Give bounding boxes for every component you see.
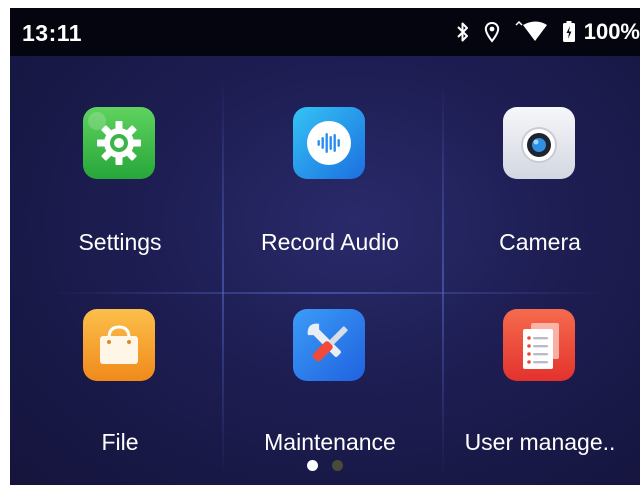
- battery-icon: [562, 21, 576, 43]
- app-record-audio[interactable]: Record Audio: [225, 94, 435, 284]
- status-icons: 100%: [456, 18, 640, 46]
- wifi-icon: [514, 21, 548, 43]
- page-dot-active[interactable]: [307, 460, 318, 471]
- battery-percent: 100%: [583, 19, 640, 44]
- status-time: 13:11: [22, 20, 83, 46]
- document-list-icon: [503, 309, 575, 381]
- tools-icon: [293, 309, 365, 381]
- home-screen: 13:11 100% Settings Record Audio Camera …: [10, 8, 640, 485]
- bluetooth-icon: [456, 21, 470, 43]
- status-bar: 13:11 100%: [10, 8, 640, 56]
- app-camera[interactable]: Camera: [435, 94, 640, 284]
- location-icon: [484, 21, 500, 43]
- app-settings[interactable]: Settings: [15, 94, 225, 284]
- app-label: Settings: [78, 229, 162, 255]
- camera-icon: [503, 107, 575, 179]
- audio-wave-icon: [293, 107, 365, 179]
- app-maintenance[interactable]: Maintenance: [225, 294, 435, 484]
- app-label: Record Audio: [260, 229, 400, 255]
- app-label: Maintenance: [264, 429, 396, 455]
- app-label: File: [101, 429, 139, 455]
- app-file[interactable]: File: [15, 294, 225, 484]
- app-label: Camera: [499, 229, 581, 255]
- page-indicator[interactable]: [307, 460, 343, 471]
- shopping-bag-icon: [83, 309, 155, 381]
- app-user-management[interactable]: User manage..: [435, 294, 640, 484]
- gear-icon: [83, 107, 155, 179]
- page-dot-inactive[interactable]: [332, 460, 343, 471]
- app-label: User manage..: [464, 429, 616, 455]
